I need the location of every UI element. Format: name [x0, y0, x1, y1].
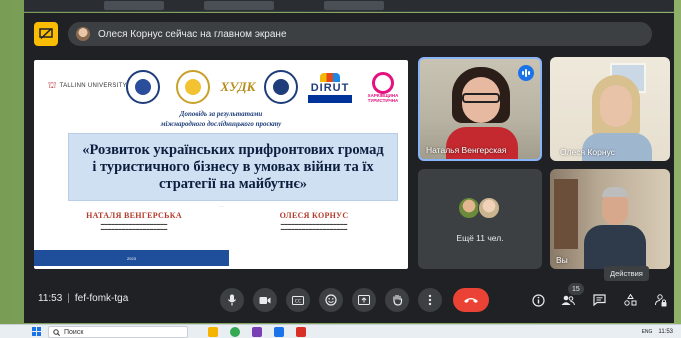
camera-button[interactable]	[253, 288, 277, 312]
present-screen-icon[interactable]	[34, 22, 58, 46]
dirut-logo: DIRUT	[304, 68, 356, 108]
report-line-1: Доповідь за результатами	[179, 110, 263, 118]
camera-icon	[259, 296, 271, 304]
people-icon	[561, 295, 575, 305]
presenting-text: Олеся Корнус сейчас на главном экране	[98, 28, 287, 40]
browser-tab-strip	[24, 0, 674, 12]
tallinn-logo-text: TALLINN UNIVERSITY	[59, 83, 127, 89]
author-name: НАТАЛЯ ВЕНГЕРСЬКА	[86, 211, 182, 220]
captions-icon: CC	[292, 295, 304, 305]
participant-avatars	[458, 197, 506, 219]
start-button[interactable]	[32, 327, 42, 337]
meet-window: Олеся Корнус сейчас на главном экране ⛫ T…	[24, 13, 674, 323]
microphone-button[interactable]	[220, 288, 244, 312]
speaking-indicator-icon	[518, 65, 534, 81]
participant-tile[interactable]: Олеся Корнус	[550, 57, 670, 161]
meeting-info: 11:53 | fef-fomk-tga	[38, 293, 129, 304]
avatar	[76, 27, 90, 41]
participants-count-badge: 15	[568, 283, 584, 295]
app-icon[interactable]	[296, 327, 306, 337]
meeting-time: 11:53	[38, 293, 63, 304]
university-seal-logo	[176, 70, 210, 104]
slide-title-box: «Розвиток українських прифронтових грома…	[68, 133, 398, 201]
chrome-icon[interactable]	[230, 327, 240, 337]
university-crest-logo	[126, 70, 160, 104]
author-left: НАТАЛЯ ВЕНГЕРСЬКА ▬▬▬▬▬▬▬▬▬▬▬▬▬▬▬▬▬▬▬ ▬▬▬…	[44, 211, 224, 232]
author-bio: ▬▬▬▬▬▬▬▬▬▬▬▬▬▬▬▬▬▬▬ ▬▬▬▬▬▬▬▬▬▬▬▬▬▬▬▬▬▬▬	[100, 222, 168, 231]
actions-tooltip: Действия	[604, 266, 649, 281]
slide-subnote: · · ·	[218, 204, 224, 209]
activities-button[interactable]	[619, 289, 641, 311]
windows-taskbar: Поиск ENG 11:53	[0, 324, 681, 338]
raise-hand-button[interactable]	[385, 288, 409, 312]
microphone-icon	[228, 294, 236, 306]
taskbar-search[interactable]: Поиск	[48, 326, 188, 338]
emblem-logo	[264, 70, 298, 104]
taskbar-clock[interactable]: 11:53	[658, 329, 673, 335]
meeting-code: fef-fomk-tga	[74, 293, 129, 304]
tab-thumbnail[interactable]	[104, 1, 164, 10]
meeting-details-button[interactable]	[527, 289, 549, 311]
system-tray: ENG 11:53	[642, 326, 673, 338]
shared-screen-slide: ⛫ TALLINN UNIVERSITY ХУДК DIRUT ХАРКІВЩИН…	[34, 60, 408, 269]
present-icon	[358, 295, 370, 305]
tab-thumbnail[interactable]	[204, 1, 274, 10]
language-indicator[interactable]: ENG	[642, 329, 653, 335]
participant-name: Наталья Венгерская	[426, 145, 507, 155]
slide-footer-bar: 2023	[34, 250, 229, 266]
search-placeholder: Поиск	[64, 328, 84, 336]
app-icon[interactable]	[274, 327, 284, 337]
author-right: ОЛЕСЯ КОРНУС ▬▬▬▬▬▬▬▬▬▬▬▬▬▬▬▬▬▬▬ ▬▬▬▬▬▬▬▬…	[224, 211, 404, 232]
captions-button[interactable]: CC	[286, 288, 310, 312]
app-icon[interactable]	[252, 327, 262, 337]
participant-name: Олеся Корнус	[560, 147, 615, 157]
more-options-button[interactable]	[418, 288, 442, 312]
svg-text:CC: CC	[295, 298, 301, 304]
more-participants-label: Ещё 11 чел.	[456, 233, 504, 243]
search-icon	[53, 328, 60, 336]
slide-year: 2023	[127, 255, 136, 261]
end-call-icon	[464, 298, 478, 303]
presenting-notice: Олеся Корнус сейчас на главном экране	[68, 22, 652, 46]
report-line-2: міжнародного дослідницького проєкту	[160, 120, 282, 128]
host-controls-button[interactable]	[650, 289, 672, 311]
emoji-icon	[325, 294, 337, 306]
emoji-reactions-button[interactable]	[319, 288, 343, 312]
chat-button[interactable]	[588, 289, 610, 311]
lock-person-icon	[655, 293, 667, 306]
participant-tile-speaker[interactable]: Наталья Венгерская	[418, 57, 542, 161]
eu-flag-icon	[308, 95, 352, 103]
hudk-logo: ХУДК	[220, 79, 256, 94]
presenting-banner: Олеся Корнус сейчас на главном экране	[32, 19, 662, 49]
self-name: Вы	[556, 255, 568, 265]
more-vert-icon	[428, 294, 432, 306]
avatar	[478, 197, 500, 219]
dirut-logo-text: DIRUT	[310, 82, 350, 94]
avatar	[458, 197, 480, 219]
hand-icon	[392, 294, 402, 306]
tab-thumbnail[interactable]	[324, 1, 384, 10]
file-explorer-icon[interactable]	[208, 327, 218, 337]
leave-call-button[interactable]	[453, 288, 489, 312]
info-icon	[531, 293, 545, 307]
kharkiv-logo-text: ХАРКІВЩИНА ТУРИСТИЧНА	[367, 93, 399, 103]
more-participants-tile[interactable]: Ещё 11 чел.	[418, 169, 542, 269]
self-view-tile[interactable]: Вы	[550, 169, 670, 269]
chat-icon	[592, 294, 606, 306]
slide-title: «Розвиток українських прифронтових грома…	[82, 141, 384, 192]
logo-row: ⛫ TALLINN UNIVERSITY ХУДК DIRUT ХАРКІВЩИН…	[34, 64, 408, 108]
author-name: ОЛЕСЯ КОРНУС	[279, 211, 349, 220]
present-now-button[interactable]	[352, 288, 376, 312]
tallinn-university-logo: ⛫ TALLINN UNIVERSITY	[48, 80, 127, 90]
author-bio: ▬▬▬▬▬▬▬▬▬▬▬▬▬▬▬▬▬▬▬ ▬▬▬▬▬▬▬▬▬▬▬▬▬▬▬▬▬▬▬	[280, 222, 348, 231]
shapes-icon	[623, 294, 636, 306]
meeting-controls: 11:53 | fef-fomk-tga CC 15	[24, 283, 674, 319]
kharkiv-tourism-logo: ХАРКІВЩИНА ТУРИСТИЧНА	[362, 68, 404, 108]
